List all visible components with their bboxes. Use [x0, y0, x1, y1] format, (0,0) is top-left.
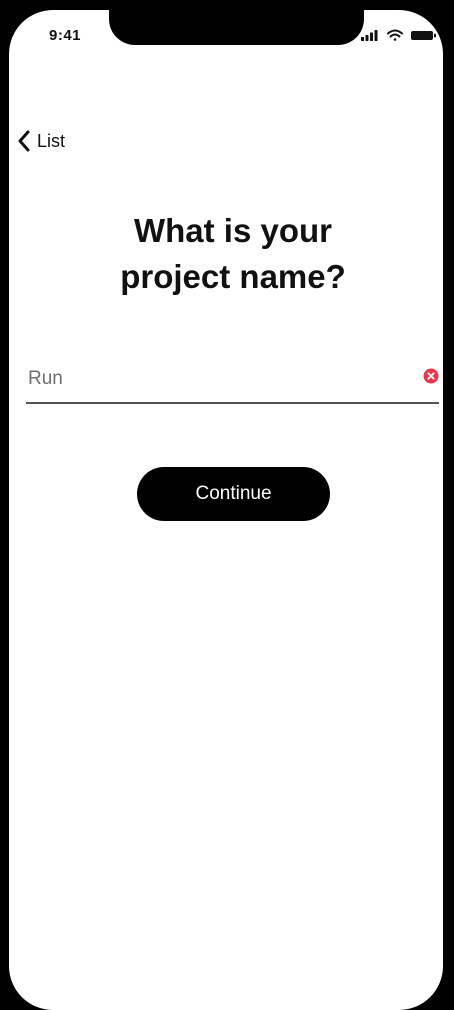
device-notch — [109, 10, 364, 45]
page-title: What is your project name? — [9, 208, 443, 300]
back-button[interactable]: List — [17, 130, 65, 152]
page-title-line-1: What is your — [133, 212, 333, 249]
back-label: List — [37, 130, 66, 151]
continue-button[interactable]: Continue — [137, 467, 330, 521]
wifi-icon — [387, 29, 403, 41]
status-icons — [361, 28, 439, 42]
page-title-line-2: project name? — [120, 258, 346, 295]
project-name-input[interactable] — [26, 364, 400, 394]
clear-input-icon[interactable] — [423, 368, 439, 384]
phone-screen: 9:41 List What is your project name? Run… — [9, 10, 443, 1010]
status-time: 9:41 — [49, 27, 82, 44]
chevron-left-icon — [18, 130, 30, 152]
battery-icon — [411, 31, 436, 40]
project-name-field — [26, 364, 439, 404]
cellular-signal-icon — [361, 30, 378, 41]
